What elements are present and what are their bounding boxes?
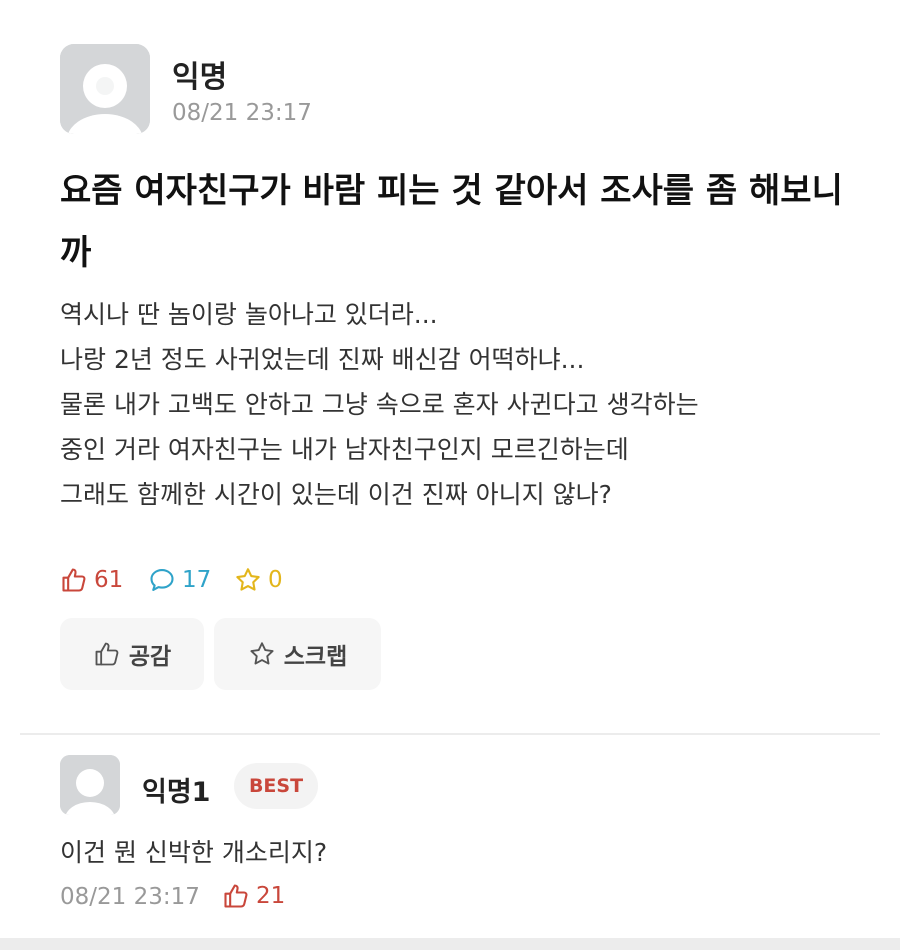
comment-like-button[interactable]: 21 [222, 882, 285, 910]
post-body-line: 나랑 2년 정도 사귀었는데 진짜 배신감 어떡하냐... [60, 345, 585, 374]
thumbs-up-icon [62, 568, 86, 592]
like-button[interactable]: 공감 [60, 618, 204, 690]
scrap-button-label: 스크랩 [283, 644, 348, 670]
post-body-line: 역시나 딴 놈이랑 놀아나고 있더라... [60, 300, 438, 329]
post-body-line: 중인 거라 여자친구는 내가 남자친구인지 모르긴하는데 [60, 435, 629, 464]
comment-timestamp: 08/21 23:17 [60, 884, 200, 910]
post-timestamp: 08/21 23:17 [172, 100, 312, 126]
comment-like-count: 21 [256, 883, 286, 909]
scrap-count: 0 [268, 567, 283, 593]
star-icon [250, 642, 274, 665]
like-count: 61 [94, 567, 124, 593]
bottom-separator [0, 938, 900, 950]
comment-author-name: 익명1 [142, 777, 211, 808]
post-body-line: 물론 내가 고백도 안하고 그냥 속으로 혼자 사귄다고 생각하는 [60, 390, 699, 419]
thumbs-up-icon [95, 642, 119, 666]
star-icon [236, 568, 260, 591]
thumbs-up-icon [224, 884, 248, 908]
scrap-count-stat: 0 [234, 564, 283, 596]
like-count-stat: 61 [60, 564, 123, 596]
scrap-button[interactable]: 스크랩 [214, 618, 381, 690]
post-body-line: 그래도 함께한 시간이 있는데 이건 진짜 아니지 않나? [60, 480, 612, 509]
comment-count: 17 [182, 567, 212, 593]
post-author-avatar [60, 44, 150, 134]
avatar-placeholder-icon [60, 44, 150, 134]
comment-author-avatar [60, 755, 120, 815]
comment-count-stat: 17 [148, 564, 211, 596]
best-badge: BEST [234, 763, 318, 809]
post-body: 역시나 딴 놈이랑 놀아나고 있더라... 나랑 2년 정도 사귀었는데 진짜 … [60, 292, 880, 517]
post-author-name: 익명 [172, 60, 228, 95]
like-button-label: 공감 [128, 644, 172, 670]
section-divider [20, 733, 880, 735]
speech-bubble-icon [150, 569, 174, 591]
avatar-placeholder-icon [60, 755, 120, 815]
post-title: 요즘 여자친구가 바람 피는 것 같아서 조사를 좀 해보니까 [60, 171, 843, 273]
comment-text: 이건 뭔 신박한 개소리지? [60, 838, 328, 867]
